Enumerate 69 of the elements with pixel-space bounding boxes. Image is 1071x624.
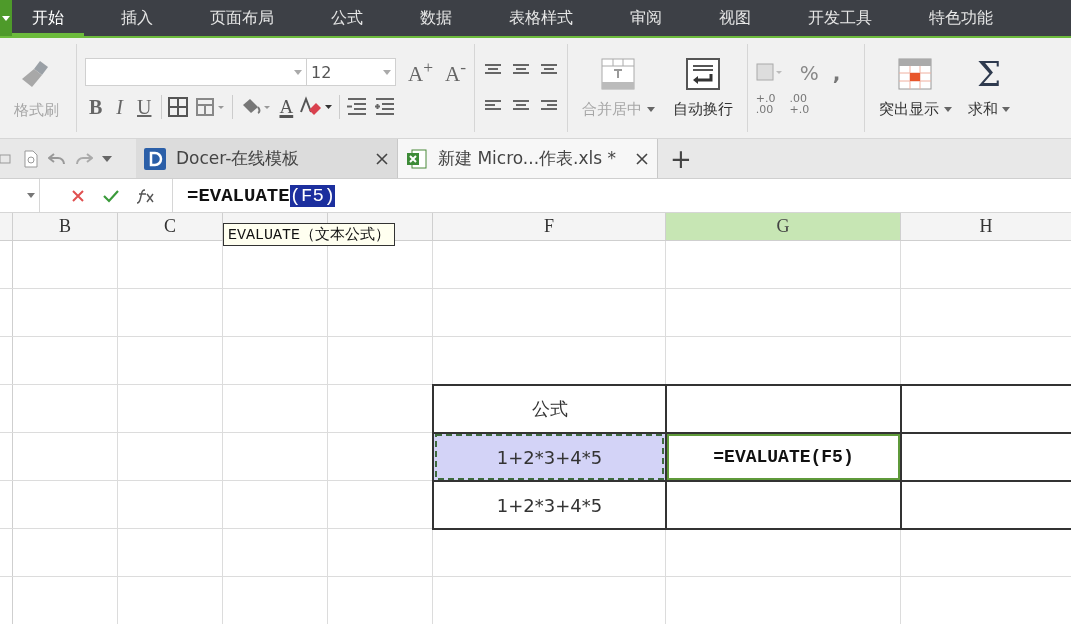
function-icon[interactable]	[136, 187, 156, 204]
menu-tab[interactable]: 插入	[101, 0, 173, 36]
cell-style-icon[interactable]	[196, 97, 227, 117]
menu-tab[interactable]: 审阅	[610, 0, 682, 36]
table-cell: 1+2*3+4*5	[434, 482, 667, 530]
underline-button[interactable]: U	[137, 95, 152, 119]
caret-icon	[646, 106, 655, 112]
column-header[interactable]: G	[666, 213, 901, 240]
caret-icon	[943, 106, 952, 112]
merge-cells-icon	[601, 57, 636, 90]
borders-icon[interactable]	[168, 97, 191, 117]
caret-icon	[383, 69, 391, 75]
sum-button[interactable]: 求和	[967, 99, 1011, 119]
caret-icon	[1002, 106, 1011, 112]
close-icon[interactable]	[635, 151, 649, 166]
app-menu-button[interactable]	[0, 0, 12, 36]
caret-icon	[294, 69, 302, 75]
wrap-text-button[interactable]: 自动换行	[672, 99, 733, 119]
font-name-field[interactable]	[85, 58, 307, 86]
font-color-button[interactable]: A	[279, 96, 294, 118]
comma-button[interactable]: ,	[832, 61, 841, 85]
menu-tab[interactable]: 开发工具	[788, 0, 892, 36]
menu-tab[interactable]: 特色功能	[909, 0, 1013, 36]
close-icon[interactable]	[375, 151, 389, 166]
highlight-button[interactable]: 突出显示	[878, 99, 952, 119]
clear-format-icon[interactable]	[299, 96, 334, 118]
menu-tab[interactable]: 开始	[12, 0, 84, 36]
shrink-font-button[interactable]: A$^{-}$	[445, 57, 467, 87]
menu-tab[interactable]: 公式	[311, 0, 383, 36]
column-header[interactable]: B	[13, 213, 118, 240]
spreadsheet-file-icon	[406, 147, 428, 170]
caret-icon	[27, 193, 35, 198]
align-icon[interactable]	[511, 63, 532, 77]
table-cell: 公式	[434, 386, 667, 434]
menu-tab[interactable]: 数据	[400, 0, 472, 36]
tab-title: 新建 Micro...作表.xls *	[438, 147, 618, 170]
increase-indent-icon[interactable]	[374, 97, 397, 117]
decrease-indent-icon[interactable]	[346, 97, 369, 117]
decimal-button[interactable]: +.0 .00	[755, 93, 776, 115]
cancel-icon[interactable]	[70, 187, 86, 204]
table-cell: 1+2*3+4*5	[434, 434, 667, 482]
column-header[interactable]: H	[901, 213, 1071, 240]
menu-tab[interactable]: 表格样式	[489, 0, 593, 36]
highlight-cells-icon	[898, 57, 933, 90]
caret-icon	[2, 15, 10, 21]
wrap-text-icon	[685, 57, 720, 90]
grow-font-button[interactable]: A$^{+}$	[408, 57, 434, 87]
bold-button[interactable]: B	[89, 95, 103, 119]
caret-icon[interactable]	[102, 155, 112, 162]
document-tab[interactable]: Docer-在线模板	[136, 139, 398, 178]
sum-icon: Σ	[976, 57, 1001, 90]
new-tab-button[interactable]: +	[658, 139, 704, 178]
align-icon[interactable]	[483, 99, 504, 113]
formula-input[interactable]: =EVALUATE(F5)	[172, 179, 1071, 212]
table-cell: =EVALUATE(F5)	[667, 434, 902, 482]
align-icon[interactable]	[539, 99, 560, 113]
italic-button[interactable]: I	[116, 95, 123, 119]
tab-title: Docer-在线模板	[176, 147, 301, 170]
docer-logo-icon	[144, 147, 166, 170]
decimal-button[interactable]: .00 +.0	[789, 93, 810, 115]
align-icon[interactable]	[539, 63, 560, 77]
document-tab[interactable]: 新建 Micro...作表.xls *	[398, 139, 658, 178]
function-tooltip: EVALUATE（文本公式）	[223, 223, 395, 246]
font-size-field[interactable]: 12	[306, 58, 396, 86]
align-icon[interactable]	[483, 63, 504, 77]
align-icon[interactable]	[511, 99, 532, 113]
menu-tab[interactable]: 视图	[699, 0, 771, 36]
menu-tab[interactable]: 页面布局	[190, 0, 294, 36]
print-preview-icon[interactable]	[23, 149, 39, 168]
